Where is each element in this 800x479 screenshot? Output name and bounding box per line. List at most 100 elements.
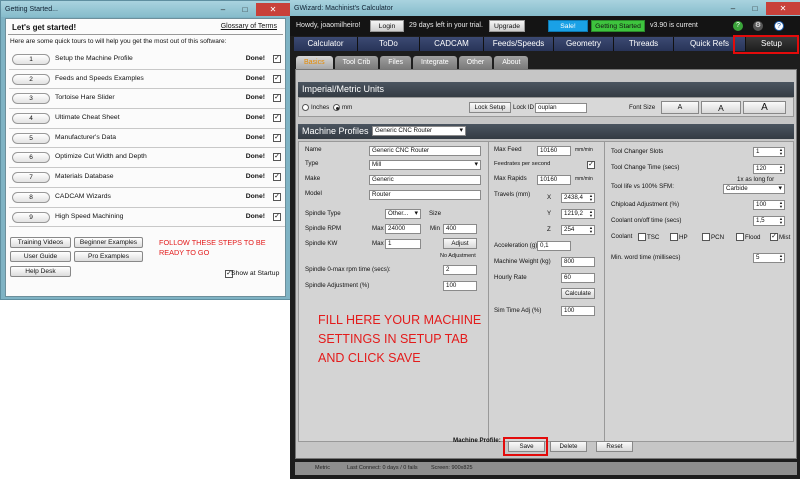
step-number-button[interactable]: 5 bbox=[12, 132, 50, 144]
step-number-button[interactable]: 9 bbox=[12, 211, 50, 223]
step-done-checkbox[interactable]: ✓ bbox=[273, 192, 281, 201]
change-time-field[interactable]: 120 ▲ ▼ bbox=[753, 164, 785, 174]
step-number-button[interactable]: 2 bbox=[12, 73, 50, 85]
coolant-tsc-checkbox[interactable] bbox=[638, 233, 646, 241]
spindle-column: Name Generic CNC Router Type Mill Make G… bbox=[299, 142, 489, 441]
info-icon[interactable]: ? bbox=[774, 21, 784, 31]
inches-radio[interactable] bbox=[302, 104, 309, 111]
beginner-examples-button[interactable]: Beginner Examples bbox=[74, 237, 143, 248]
tab-threads[interactable]: Threads bbox=[614, 37, 674, 51]
travel-y-field[interactable]: 1219,2 ▲ ▼ bbox=[561, 209, 595, 219]
coolant-time-field[interactable]: 1,5 ▲ ▼ bbox=[753, 216, 785, 226]
travel-x-label: X bbox=[547, 194, 552, 201]
spindle-time-field[interactable]: 2 bbox=[443, 265, 477, 275]
subtab-basics[interactable]: Basics bbox=[296, 56, 333, 69]
training-videos-button[interactable]: Training Videos bbox=[10, 237, 71, 248]
follow-steps-note: FOLLOW THESE STEPS TO BE READY TO GO bbox=[159, 238, 266, 257]
step-number-button[interactable]: 1 bbox=[12, 54, 50, 65]
tab-feeds-speeds[interactable]: Feeds/Speeds bbox=[484, 37, 554, 51]
weight-field[interactable]: 800 bbox=[561, 257, 595, 267]
spindle-adj-field[interactable]: 100 bbox=[443, 281, 477, 291]
step-number-button[interactable]: 3 bbox=[12, 93, 50, 105]
step-number-button[interactable]: 8 bbox=[12, 191, 50, 203]
font-medium-button[interactable]: A bbox=[701, 101, 741, 114]
close-icon[interactable]: ✕ bbox=[256, 2, 290, 16]
changer-slots-field[interactable]: 1 ▲ ▼ bbox=[753, 147, 785, 157]
font-small-button[interactable]: A bbox=[661, 101, 699, 114]
delete-button[interactable]: Delete bbox=[550, 441, 587, 452]
step-done-checkbox[interactable]: ✓ bbox=[273, 94, 281, 103]
accel-field[interactable]: 0,1 bbox=[537, 241, 571, 251]
travel-x-field[interactable]: 2438,4 ▲ ▼ bbox=[561, 193, 595, 203]
help-desk-button[interactable]: Help Desk bbox=[10, 266, 71, 277]
spindle-type-select[interactable]: Other... bbox=[385, 209, 421, 219]
adjust-button[interactable]: Adjust bbox=[443, 238, 477, 249]
close-icon[interactable]: ✕ bbox=[766, 1, 800, 15]
user-guide-button[interactable]: User Guide bbox=[10, 251, 71, 262]
subtab-tool-crib[interactable]: Tool Crib bbox=[334, 56, 379, 69]
maximize-icon[interactable]: □ bbox=[234, 3, 256, 16]
step-done-checkbox[interactable]: ✓ bbox=[273, 212, 281, 221]
getting-started-button[interactable]: Getting Started bbox=[591, 20, 645, 32]
step-number-button[interactable]: 6 bbox=[12, 152, 50, 164]
step-number-button[interactable]: 7 bbox=[12, 172, 50, 184]
font-large-button[interactable]: A bbox=[743, 101, 786, 114]
subtab-about[interactable]: About bbox=[494, 56, 529, 69]
feedrates-checkbox[interactable]: ✓ bbox=[587, 161, 595, 169]
machine-profiles-label: Machine Profiles bbox=[302, 126, 369, 136]
minimize-icon[interactable]: – bbox=[722, 2, 744, 15]
step-number-button[interactable]: 4 bbox=[12, 113, 50, 125]
hourly-field[interactable]: 60 bbox=[561, 273, 595, 283]
travel-z-field[interactable]: 254 ▲ ▼ bbox=[561, 225, 595, 235]
coolant-hp-checkbox[interactable] bbox=[670, 233, 678, 241]
max-rapids-field[interactable]: 10160 bbox=[537, 175, 571, 185]
tab-calculator[interactable]: Calculator bbox=[294, 37, 358, 51]
rpm-min-field[interactable]: 400 bbox=[443, 224, 477, 234]
step-done-checkbox[interactable]: ✓ bbox=[273, 173, 281, 182]
settings-icon[interactable]: ⚙ bbox=[753, 21, 763, 31]
coolant-mist-checkbox[interactable]: ✓ bbox=[770, 233, 778, 241]
pro-examples-button[interactable]: Pro Examples bbox=[74, 251, 143, 262]
reset-button[interactable]: Reset bbox=[596, 441, 633, 452]
coolant-flood-checkbox[interactable] bbox=[736, 233, 744, 241]
name-field[interactable]: Generic CNC Router bbox=[369, 146, 481, 156]
step-done-checkbox[interactable]: ✓ bbox=[273, 74, 281, 83]
model-label: Model bbox=[305, 190, 322, 197]
chipload-field[interactable]: 100 ▲ ▼ bbox=[753, 200, 785, 210]
lock-setup-button[interactable]: Lock Setup bbox=[469, 102, 511, 113]
motion-column: Max Feed 10160 mm/min Feedrates per seco… bbox=[489, 142, 605, 441]
model-field[interactable]: Router bbox=[369, 190, 481, 200]
step-done-checkbox[interactable]: ✓ bbox=[273, 133, 281, 142]
upgrade-button[interactable]: Upgrade bbox=[489, 20, 525, 32]
subtab-files[interactable]: Files bbox=[380, 56, 412, 69]
calculate-button[interactable]: Calculate bbox=[561, 288, 595, 299]
tab-todo[interactable]: ToDo bbox=[358, 37, 420, 51]
sim-time-field[interactable]: 100 bbox=[561, 306, 595, 316]
type-select[interactable]: Mill bbox=[369, 160, 481, 170]
tab-geometry[interactable]: Geometry bbox=[554, 37, 614, 51]
glossary-link[interactable]: Glossary of Terms bbox=[221, 23, 277, 30]
step-done-checkbox[interactable]: ✓ bbox=[273, 114, 281, 123]
minimize-icon[interactable]: – bbox=[212, 3, 234, 16]
mm-radio[interactable] bbox=[333, 104, 340, 111]
profile-select[interactable]: Generic CNC Router bbox=[372, 126, 466, 136]
subtab-other[interactable]: Other bbox=[458, 56, 493, 69]
step-done-checkbox[interactable]: ✓ bbox=[273, 153, 281, 162]
subtab-integrate[interactable]: Integrate bbox=[413, 56, 457, 69]
make-field[interactable]: Generic bbox=[369, 175, 481, 185]
min-word-field[interactable]: 5 ▲ ▼ bbox=[753, 253, 785, 263]
kw-field[interactable]: 1 bbox=[385, 239, 421, 249]
help-icon[interactable]: ? bbox=[733, 21, 743, 31]
login-button[interactable]: Login bbox=[370, 20, 404, 32]
tool-material-select[interactable]: Carbide bbox=[723, 184, 785, 194]
sale-button[interactable]: Sale! bbox=[548, 20, 588, 32]
step-done-checkbox[interactable]: ✓ bbox=[273, 55, 281, 63]
lock-id-field[interactable]: ouplan bbox=[535, 103, 587, 113]
coolant-pcn-checkbox[interactable] bbox=[702, 233, 710, 241]
travel-y-label: Y bbox=[547, 210, 552, 217]
step-status: Done! bbox=[245, 94, 265, 102]
max-feed-field[interactable]: 10160 bbox=[537, 146, 571, 156]
rpm-max-field[interactable]: 24000 bbox=[385, 224, 421, 234]
tab-cadcam[interactable]: CADCAM bbox=[420, 37, 484, 51]
maximize-icon[interactable]: □ bbox=[744, 2, 766, 15]
